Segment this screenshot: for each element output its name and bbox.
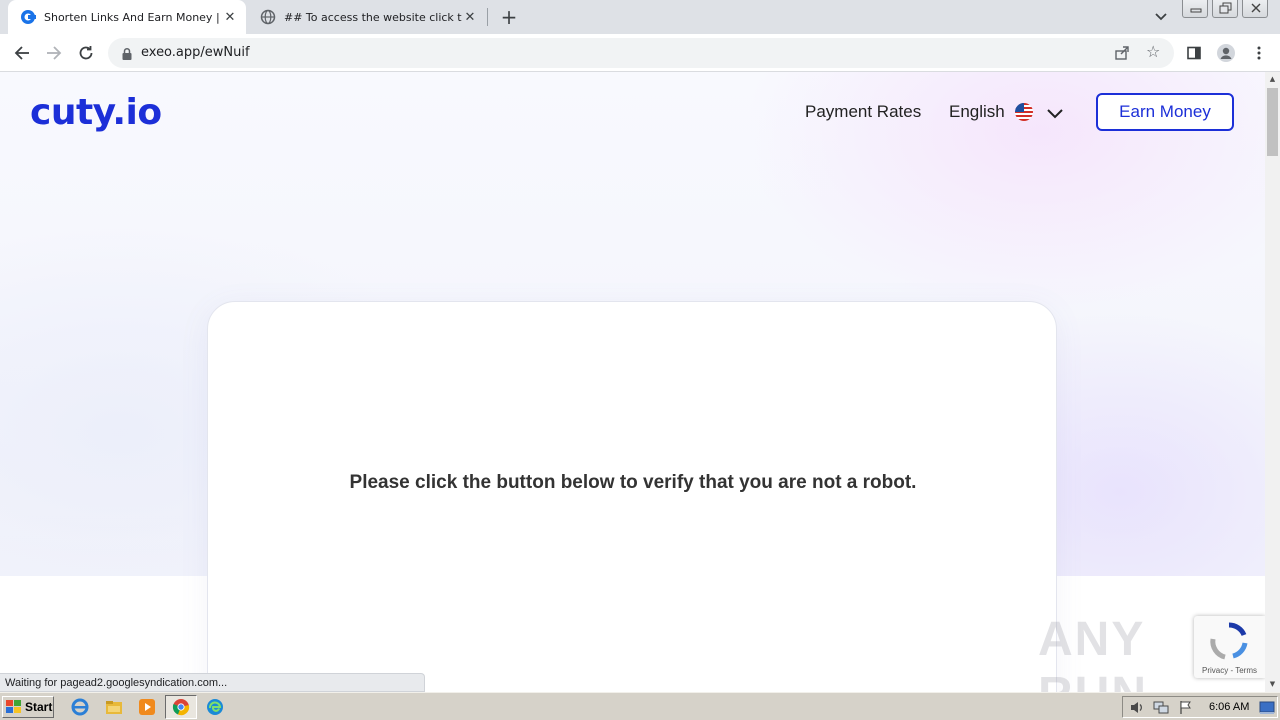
chrome-icon — [172, 699, 190, 716]
side-panel-icon — [1187, 46, 1201, 60]
verification-card: Please click the button below to verify … — [207, 301, 1057, 692]
tab-close-icon[interactable]: ✕ — [462, 9, 478, 25]
browser-status-bar: Waiting for pagead2.googlesyndication.co… — [0, 673, 425, 692]
system-tray: 6:06 AM — [1122, 696, 1278, 718]
minimize-button[interactable] — [1182, 0, 1208, 18]
tab-cuty[interactable]: Shorten Links And Earn Money | cut ✕ — [8, 0, 246, 34]
scroll-thumb[interactable] — [1267, 88, 1278, 156]
kebab-menu-icon — [1257, 46, 1261, 60]
volume-icon[interactable] — [1129, 700, 1145, 715]
start-label: Start — [25, 700, 53, 714]
tab-title: ## To access the website click the "A — [284, 10, 462, 24]
browser-tab-strip: Shorten Links And Earn Money | cut ✕ ## … — [0, 0, 1280, 34]
file-explorer-icon[interactable] — [105, 698, 123, 716]
share-icon[interactable] — [1114, 45, 1130, 61]
tab-title: Shorten Links And Earn Money | cut — [44, 10, 222, 24]
earn-money-button[interactable]: Earn Money — [1096, 93, 1234, 131]
reload-icon — [79, 46, 93, 60]
action-center-flag-icon[interactable] — [1178, 700, 1194, 715]
browser-toolbar: exeo.app/ewNuif ☆ — [0, 34, 1280, 72]
verification-message: Please click the button below to verify … — [349, 472, 917, 493]
page-viewport: cuty.io Payment Rates English Earn Money… — [0, 72, 1265, 692]
close-window-button[interactable] — [1242, 0, 1268, 18]
forward-arrow-icon — [47, 46, 62, 60]
profile-button[interactable] — [1215, 42, 1237, 64]
lock-icon[interactable] — [120, 46, 134, 60]
scroll-down-arrow-icon[interactable]: ▼ — [1265, 677, 1280, 692]
show-desktop-icon[interactable] — [1259, 700, 1275, 715]
profile-avatar-icon — [1217, 44, 1235, 62]
forward-button[interactable] — [43, 42, 65, 64]
tab-separator — [487, 8, 488, 26]
tab-access-website[interactable]: ## To access the website click the "A ✕ — [250, 0, 486, 34]
globe-icon — [260, 9, 276, 25]
address-bar[interactable]: exeo.app/ewNuif ☆ — [108, 38, 1174, 68]
tab-close-icon[interactable]: ✕ — [222, 9, 238, 25]
new-tab-button[interactable]: + — [498, 6, 520, 28]
back-arrow-icon — [14, 46, 29, 60]
bookmark-star-icon[interactable]: ☆ — [1146, 43, 1160, 61]
reload-button[interactable] — [75, 42, 97, 64]
window-controls — [1182, 0, 1274, 18]
internet-explorer-icon[interactable] — [71, 698, 89, 716]
language-chevron-down-icon[interactable] — [1046, 105, 1064, 119]
chrome-menu-button[interactable] — [1248, 42, 1270, 64]
restore-button[interactable] — [1212, 0, 1238, 18]
chrome-taskbar-button[interactable] — [165, 695, 197, 719]
windows-taskbar: Start 6:06 AM — [0, 692, 1280, 720]
recaptcha-privacy-terms[interactable]: Privacy - Terms — [1194, 666, 1265, 675]
url-text[interactable]: exeo.app/ewNuif — [141, 45, 250, 60]
scroll-up-arrow-icon[interactable]: ▲ — [1265, 72, 1280, 87]
taskbar-clock[interactable]: 6:06 AM — [1209, 701, 1249, 713]
us-flag-icon[interactable] — [1015, 103, 1033, 121]
cuty-logo[interactable]: cuty.io — [30, 92, 162, 133]
side-panel-button[interactable] — [1183, 42, 1205, 64]
language-selector-label[interactable]: English — [949, 102, 1005, 122]
page-scrollbar[interactable]: ▲ ▼ — [1265, 72, 1280, 692]
edge-icon[interactable] — [206, 698, 224, 716]
windows-logo-icon — [6, 700, 22, 714]
network-icon[interactable] — [1153, 700, 1169, 715]
media-player-icon[interactable] — [138, 698, 156, 716]
tab-search-chevron-icon[interactable] — [1152, 8, 1170, 26]
nav-payment-rates-link[interactable]: Payment Rates — [805, 102, 921, 122]
back-button[interactable] — [11, 42, 33, 64]
cuty-favicon-icon — [20, 9, 36, 25]
recaptcha-logo-icon — [1210, 622, 1248, 660]
start-button[interactable]: Start — [2, 696, 54, 718]
recaptcha-badge[interactable]: Privacy - Terms — [1194, 616, 1265, 678]
